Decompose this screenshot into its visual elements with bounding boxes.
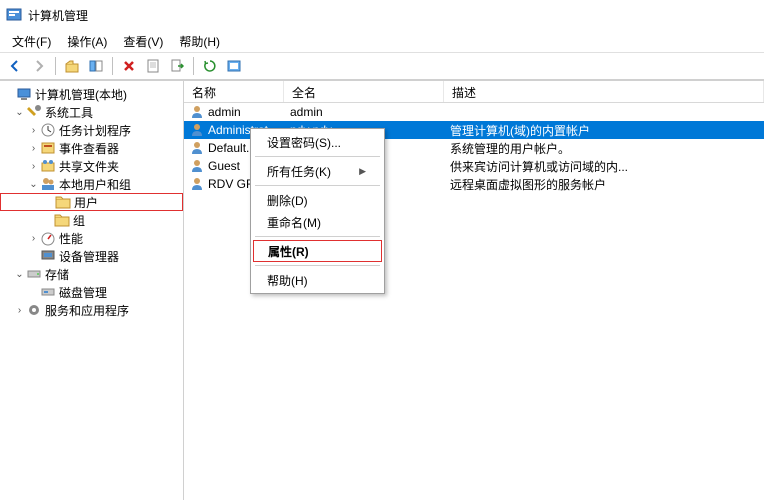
list-pane: 名称 全名 描述 admin admin Administrat... ndv … <box>184 81 764 500</box>
toolbar-separator <box>55 57 56 75</box>
disk-icon <box>40 284 56 300</box>
user-icon <box>190 159 204 173</box>
performance-icon <box>40 230 56 246</box>
forward-button[interactable] <box>28 55 50 77</box>
expand-icon[interactable]: › <box>28 125 39 136</box>
tree-services-apps[interactable]: ›服务和应用程序 <box>0 301 183 319</box>
storage-icon <box>26 266 42 282</box>
user-icon <box>190 141 204 155</box>
ctx-all-tasks[interactable]: 所有任务(K)▶ <box>253 160 382 182</box>
menu-file[interactable]: 文件(F) <box>4 31 59 52</box>
users-icon <box>40 176 56 192</box>
computer-icon <box>16 86 32 102</box>
menubar: 文件(F) 操作(A) 查看(V) 帮助(H) <box>0 30 764 52</box>
tree-event-viewer[interactable]: ›事件查看器 <box>0 139 183 157</box>
app-icon <box>6 7 22 23</box>
clock-icon <box>40 122 56 138</box>
device-icon <box>40 248 56 264</box>
tree-local-users-groups[interactable]: ⌄本地用户和组 <box>0 175 183 193</box>
list-row[interactable]: admin admin <box>184 103 764 121</box>
user-icon <box>190 177 204 191</box>
share-icon <box>40 158 56 174</box>
ctx-separator <box>255 236 380 237</box>
expand-icon[interactable]: › <box>28 161 39 172</box>
delete-button[interactable] <box>118 55 140 77</box>
user-icon <box>190 123 204 137</box>
col-fullname[interactable]: 全名 <box>284 81 444 102</box>
tree-users[interactable]: 用户 <box>0 193 183 211</box>
menu-view[interactable]: 查看(V) <box>115 31 171 52</box>
folder-icon <box>54 212 70 228</box>
tree-pane: 计算机管理(本地) ⌄系统工具 ›任务计划程序 ›事件查看器 ›共享文件夹 ⌄本… <box>0 81 184 500</box>
menu-help[interactable]: 帮助(H) <box>171 31 228 52</box>
tree-root[interactable]: 计算机管理(本地) <box>0 85 183 103</box>
ctx-separator <box>255 156 380 157</box>
tools-icon <box>26 104 42 120</box>
workarea: 计算机管理(本地) ⌄系统工具 ›任务计划程序 ›事件查看器 ›共享文件夹 ⌄本… <box>0 80 764 500</box>
expand-icon[interactable]: › <box>28 233 39 244</box>
ctx-rename[interactable]: 重命名(M) <box>253 211 382 233</box>
ctx-set-password[interactable]: 设置密码(S)... <box>253 131 382 153</box>
toolbar-separator <box>193 57 194 75</box>
refresh-button[interactable] <box>199 55 221 77</box>
expand-icon[interactable]: › <box>28 143 39 154</box>
tree-system-tools[interactable]: ⌄系统工具 <box>0 103 183 121</box>
folder-icon <box>55 194 71 210</box>
col-description[interactable]: 描述 <box>444 81 764 102</box>
show-hide-button[interactable] <box>85 55 107 77</box>
menu-action[interactable]: 操作(A) <box>59 31 115 52</box>
user-icon <box>190 105 204 119</box>
toolbar <box>0 52 764 80</box>
expand-icon[interactable]: › <box>14 305 25 316</box>
properties-button[interactable] <box>142 55 164 77</box>
collapse-icon[interactable]: ⌄ <box>14 269 25 280</box>
tree-device-manager[interactable]: 设备管理器 <box>0 247 183 265</box>
help-button[interactable] <box>223 55 245 77</box>
collapse-icon[interactable]: ⌄ <box>14 107 25 118</box>
ctx-properties[interactable]: 属性(R) <box>253 240 382 262</box>
col-name[interactable]: 名称 <box>184 81 284 102</box>
export-button[interactable] <box>166 55 188 77</box>
tree-disk-management[interactable]: 磁盘管理 <box>0 283 183 301</box>
tree-storage[interactable]: ⌄存储 <box>0 265 183 283</box>
event-icon <box>40 140 56 156</box>
services-icon <box>26 302 42 318</box>
list-header: 名称 全名 描述 <box>184 81 764 103</box>
ctx-separator <box>255 265 380 266</box>
ctx-separator <box>255 185 380 186</box>
ctx-delete[interactable]: 删除(D) <box>253 189 382 211</box>
tree-shared-folders[interactable]: ›共享文件夹 <box>0 157 183 175</box>
toolbar-separator <box>112 57 113 75</box>
submenu-arrow-icon: ▶ <box>359 166 366 177</box>
titlebar: 计算机管理 <box>0 0 764 30</box>
context-menu: 设置密码(S)... 所有任务(K)▶ 删除(D) 重命名(M) 属性(R) 帮… <box>250 128 385 294</box>
collapse-icon[interactable]: ⌄ <box>28 179 39 190</box>
tree-task-scheduler[interactable]: ›任务计划程序 <box>0 121 183 139</box>
tree-groups[interactable]: 组 <box>0 211 183 229</box>
tree-performance[interactable]: ›性能 <box>0 229 183 247</box>
ctx-help[interactable]: 帮助(H) <box>253 269 382 291</box>
window-title: 计算机管理 <box>28 7 88 24</box>
back-button[interactable] <box>4 55 26 77</box>
up-button[interactable] <box>61 55 83 77</box>
